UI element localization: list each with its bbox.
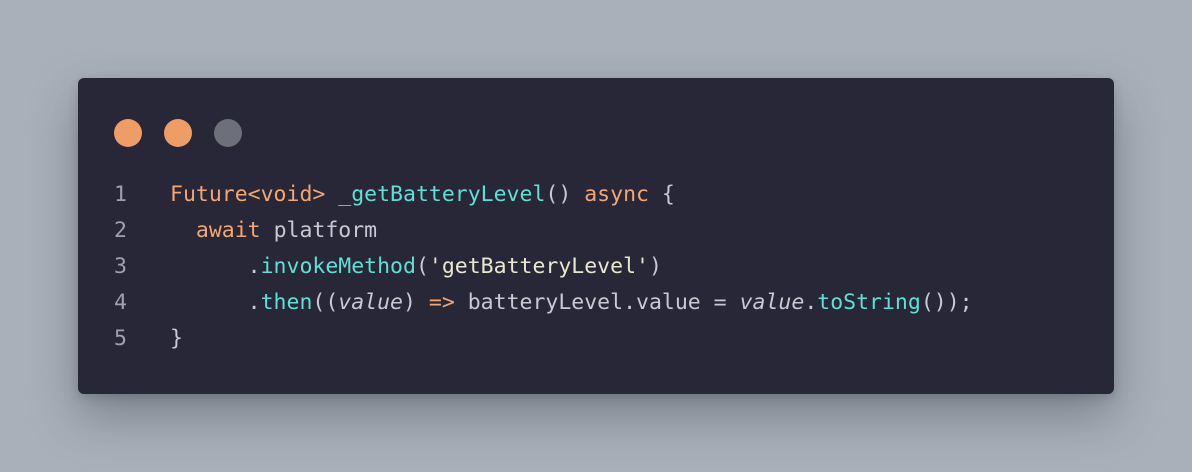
code-token: >	[312, 182, 339, 207]
code-token: .	[170, 254, 261, 279]
line-code: .invokeMethod('getBatteryLevel')	[170, 249, 662, 285]
code-token: batteryLevel.value =	[454, 290, 740, 315]
code-token: ((	[312, 290, 339, 315]
code-token: .	[170, 290, 261, 315]
code-line: 1 Future<void> _getBatteryLevel() async {	[78, 177, 1114, 213]
code-window: 1 Future<void> _getBatteryLevel() async {…	[78, 78, 1114, 394]
code-token: }	[170, 326, 183, 351]
code-token: {	[648, 182, 675, 207]
code-token: ()	[545, 182, 585, 207]
code-token: )	[648, 254, 662, 279]
code-token: invokeMethod	[260, 254, 416, 279]
code-token: 'getBatteryLevel'	[428, 254, 649, 279]
line-code: .then((value) => batteryLevel.value = va…	[170, 285, 973, 321]
code-token: platform	[260, 218, 378, 243]
code-token: (	[415, 254, 429, 279]
code-block: 1 Future<void> _getBatteryLevel() async {…	[78, 177, 1114, 357]
line-number: 1	[114, 182, 127, 207]
line-code: await platform	[170, 213, 377, 249]
code-token: value	[739, 290, 805, 315]
code-token: .	[804, 290, 818, 315]
code-line: 2 await platform	[78, 213, 1114, 249]
window-controls	[114, 119, 242, 147]
code-token: _getBatteryLevel	[338, 182, 546, 207]
close-dot-icon[interactable]	[114, 119, 142, 147]
code-line: 4 .then((value) => batteryLevel.value = …	[78, 285, 1114, 321]
code-token: await	[195, 218, 261, 243]
code-token: void	[260, 182, 313, 207]
code-token: ());	[920, 290, 973, 315]
line-number: 4	[114, 290, 127, 315]
line-code: Future<void> _getBatteryLevel() async {	[170, 177, 675, 213]
maximize-dot-icon[interactable]	[214, 119, 242, 147]
code-token: Future<	[170, 182, 261, 207]
code-token: )	[403, 290, 429, 315]
code-token: =>	[428, 290, 455, 315]
code-token: then	[260, 290, 313, 315]
minimize-dot-icon[interactable]	[164, 119, 192, 147]
line-number: 5	[114, 326, 127, 351]
line-number: 2	[114, 218, 127, 243]
code-token: async	[584, 182, 649, 207]
code-token: value	[338, 290, 404, 315]
code-line: 5}	[78, 321, 1114, 357]
code-line: 3 .invokeMethod('getBatteryLevel')	[78, 249, 1114, 285]
code-token: toString	[817, 290, 921, 315]
line-code: }	[170, 321, 183, 357]
line-number: 3	[114, 254, 127, 279]
